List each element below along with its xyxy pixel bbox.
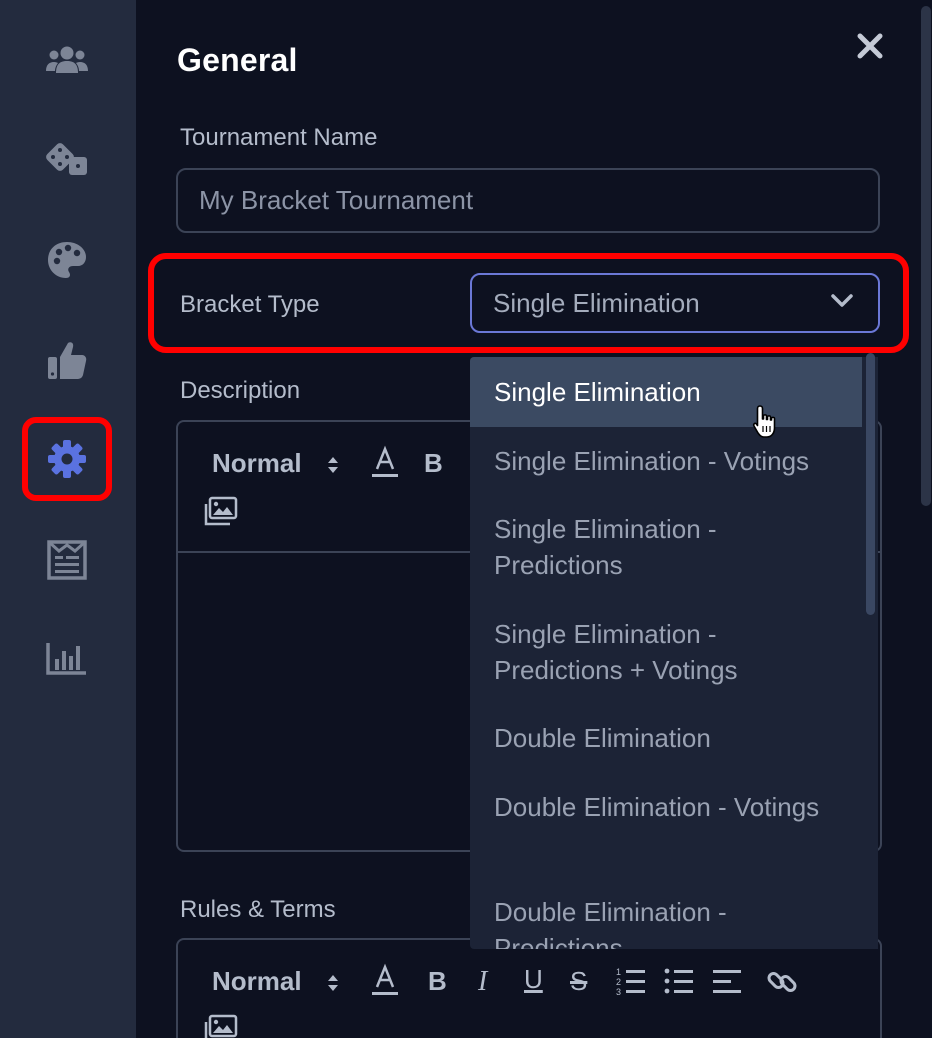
chevron-down-icon xyxy=(831,294,853,307)
bracket-type-dropdown: Single Elimination Single Elimination - … xyxy=(470,357,878,949)
link-icon xyxy=(767,972,797,992)
sidebar-item-news[interactable] xyxy=(22,518,112,602)
newspaper-icon xyxy=(47,540,87,580)
rules-italic-button[interactable]: I xyxy=(478,966,487,998)
svg-text:2: 2 xyxy=(616,977,621,987)
close-icon xyxy=(857,33,883,59)
tournament-name-label: Tournament Name xyxy=(180,124,378,151)
rules-format-select[interactable]: Normal xyxy=(212,966,302,997)
align-left-icon xyxy=(713,970,741,993)
bullet-list-icon xyxy=(664,968,693,994)
rules-underline-button[interactable]: U xyxy=(524,964,543,995)
bracket-type-value: Single Elimination xyxy=(493,287,700,318)
gear-icon xyxy=(48,440,86,478)
text-color-icon xyxy=(372,963,398,995)
sidebar-item-games[interactable] xyxy=(22,118,112,202)
sidebar-item-stats[interactable] xyxy=(22,616,112,700)
dropdown-option[interactable]: Double Elimination - Predictions xyxy=(470,875,862,949)
image-icon xyxy=(204,496,238,526)
text-color-icon xyxy=(372,445,398,477)
format-select[interactable]: Normal xyxy=(212,448,302,479)
image-icon xyxy=(204,1014,238,1038)
bracket-type-select[interactable]: Single Elimination xyxy=(470,273,880,333)
rules-strike-button[interactable]: S xyxy=(570,966,587,997)
dropdown-option[interactable]: Single Elimination - Votings xyxy=(470,427,862,495)
tournament-name-input[interactable]: My Bracket Tournament xyxy=(176,168,880,233)
sidebar-item-participants[interactable] xyxy=(22,18,112,102)
rules-bullet-list-button[interactable] xyxy=(664,966,694,996)
rules-ordered-list-button[interactable]: 1 2 3 xyxy=(616,966,646,996)
svg-text:1: 1 xyxy=(616,967,621,977)
page-title: General xyxy=(177,42,298,78)
thumbs-up-icon xyxy=(48,342,87,379)
sort-arrows-icon xyxy=(328,457,338,473)
sidebar-item-settings[interactable] xyxy=(22,417,112,501)
ordered-list-icon: 1 2 3 xyxy=(616,967,645,996)
dice-icon xyxy=(46,143,87,175)
sort-arrows-icon xyxy=(328,975,338,991)
rules-image-button[interactable] xyxy=(204,1014,238,1038)
rules-text-color-button[interactable] xyxy=(368,962,402,998)
chart-bar-icon xyxy=(46,643,86,675)
dropdown-option[interactable]: Single Elimination - Predictions xyxy=(470,495,862,599)
sidebar-item-votes[interactable] xyxy=(22,318,112,402)
dropdown-option[interactable]: Double Elimination xyxy=(470,703,862,771)
rules-bold-button[interactable]: B xyxy=(428,966,447,997)
text-color-button[interactable] xyxy=(368,444,402,480)
close-button[interactable] xyxy=(850,26,890,66)
description-label: Description xyxy=(180,377,301,404)
hand-cursor-icon xyxy=(752,405,776,438)
palette-icon xyxy=(48,242,86,278)
rules-editor: Normal B I U S 1 2 3 xyxy=(176,938,882,1038)
svg-text:3: 3 xyxy=(616,987,621,996)
page-scrollbar[interactable] xyxy=(921,6,931,506)
tournament-name-value: My Bracket Tournament xyxy=(199,185,474,215)
bold-button[interactable]: B xyxy=(424,448,443,479)
sidebar xyxy=(0,0,136,1038)
rules-link-button[interactable] xyxy=(766,966,798,998)
sidebar-item-theme[interactable] xyxy=(22,218,112,302)
bracket-type-label: Bracket Type xyxy=(180,291,320,318)
dropdown-option[interactable]: Double Elimination - Votings xyxy=(470,771,862,875)
image-button[interactable] xyxy=(204,496,238,526)
rules-label: Rules & Terms xyxy=(180,896,336,923)
dropdown-scrollbar[interactable] xyxy=(866,353,875,615)
rules-align-button[interactable] xyxy=(712,966,742,996)
dropdown-option[interactable]: Single Elimination xyxy=(470,357,862,427)
settings-screen: General Tournament Name My Bracket Tourn… xyxy=(0,0,932,1038)
dropdown-option[interactable]: Single Elimination - Predictions + Votin… xyxy=(470,599,862,703)
users-icon xyxy=(46,46,88,73)
